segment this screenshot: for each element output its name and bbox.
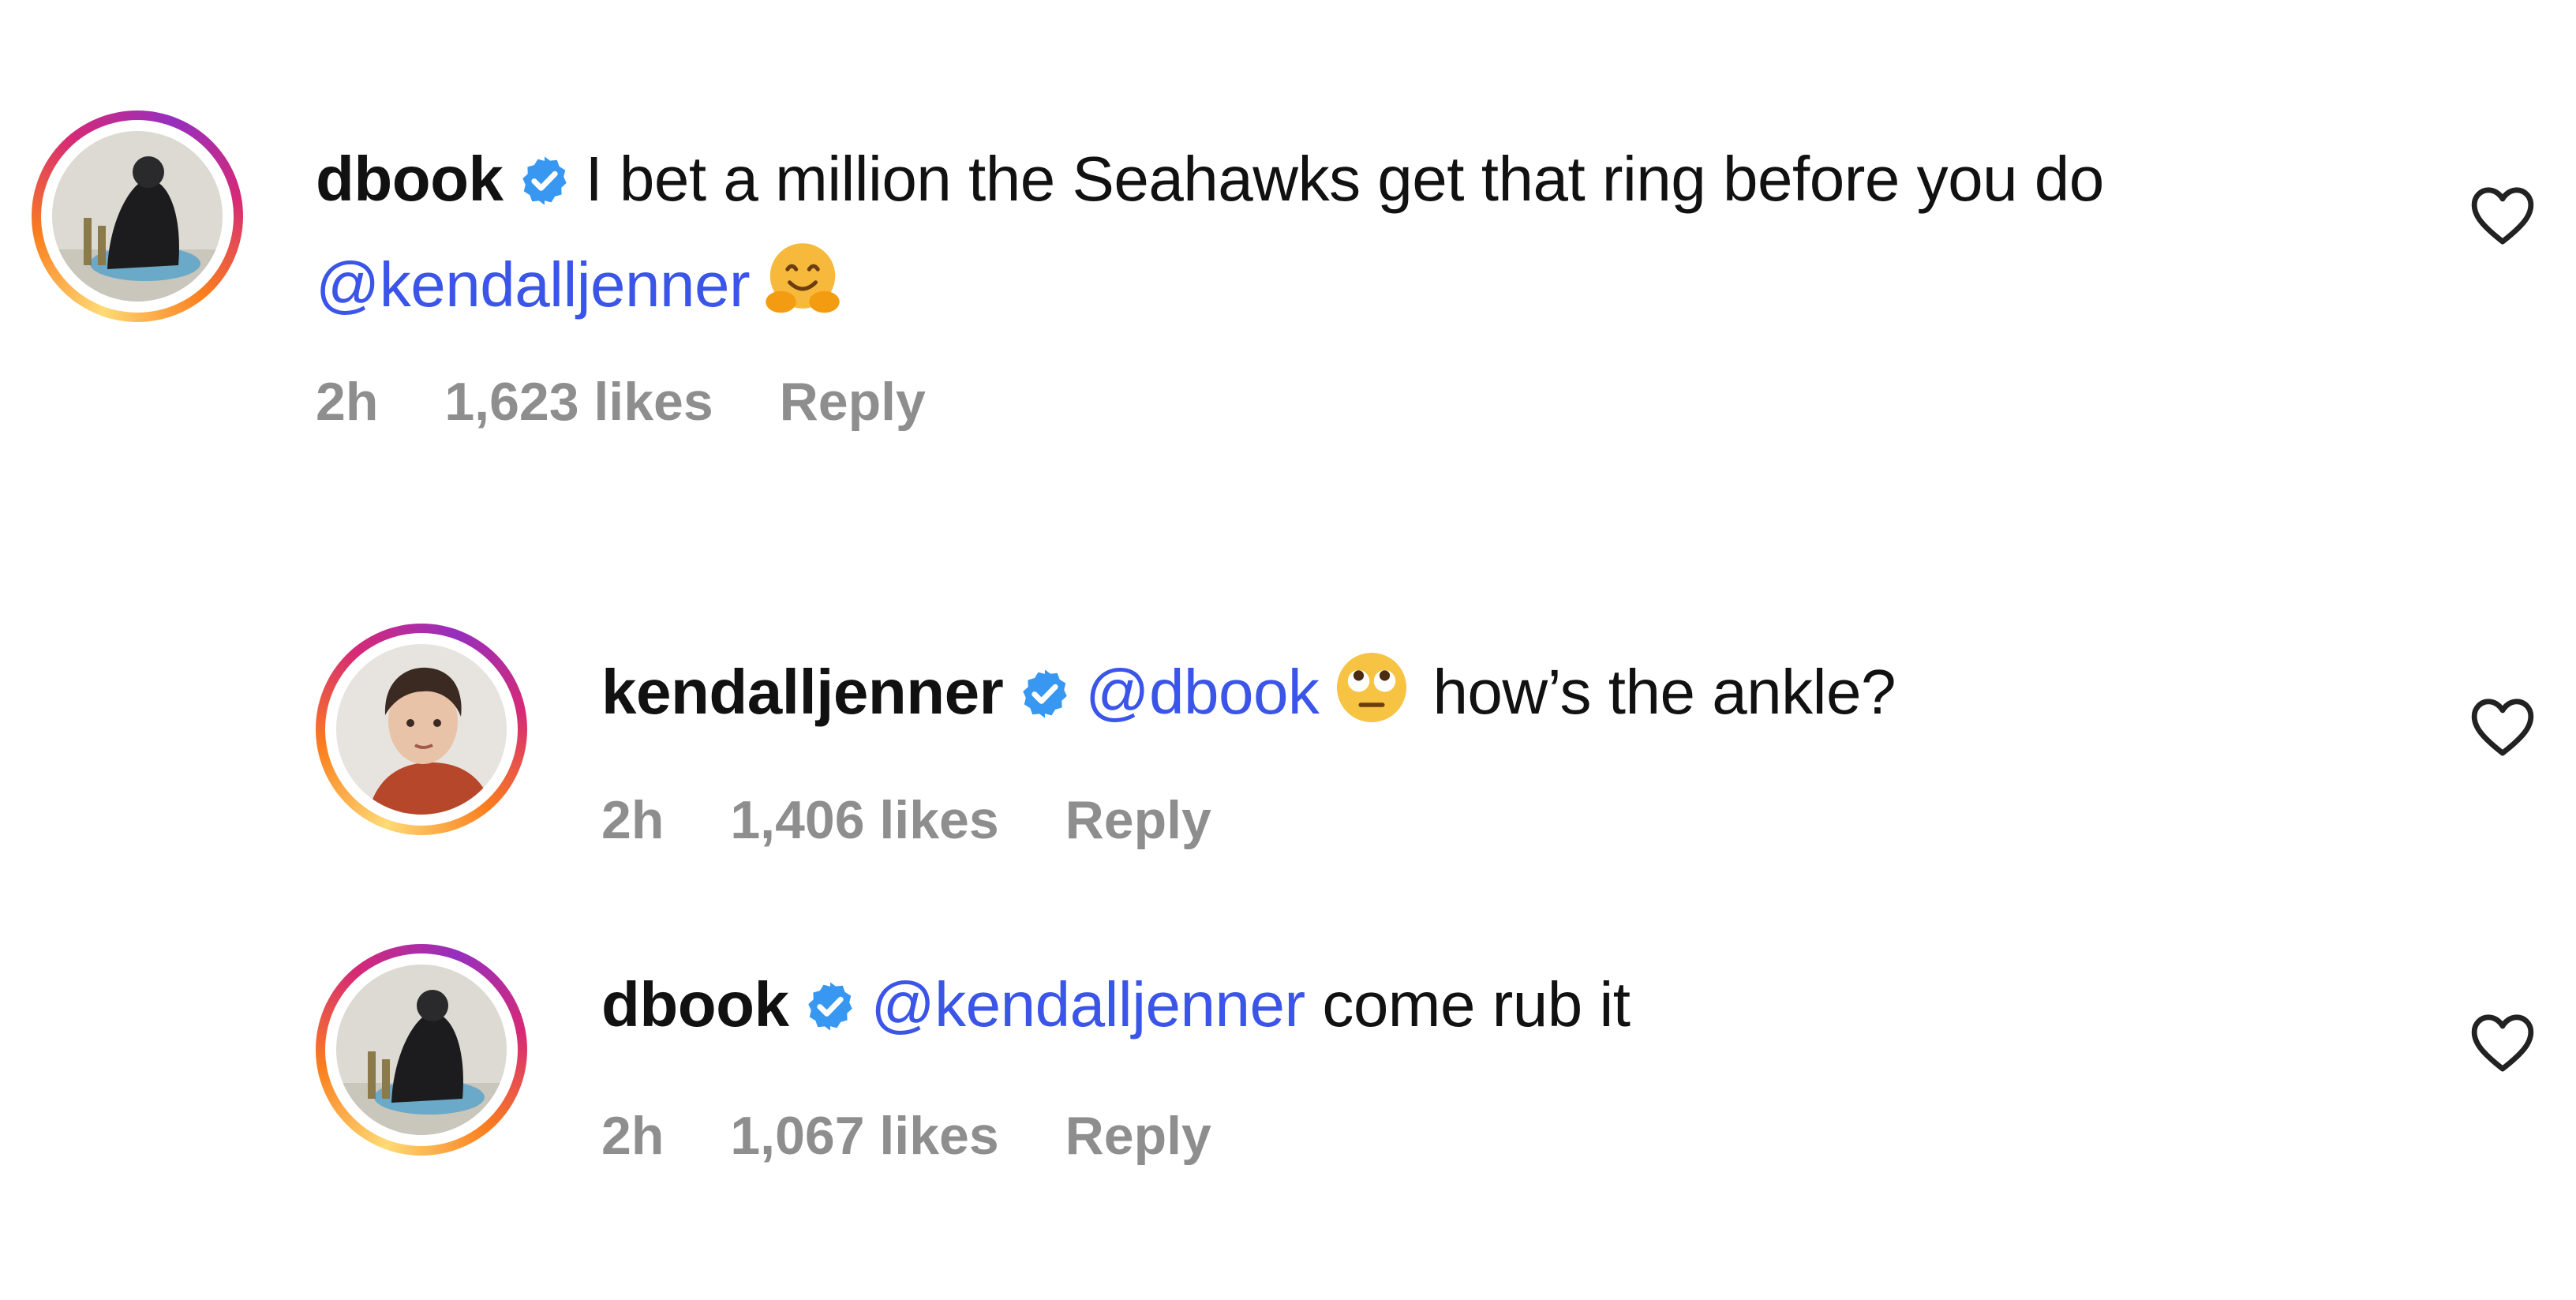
avatar[interactable] xyxy=(316,624,527,835)
verified-badge-icon xyxy=(803,979,858,1034)
reply-button[interactable]: Reply xyxy=(780,371,926,433)
avatar-photo xyxy=(52,131,223,302)
comments-thread: dbook I bet a million the Seahawks get th… xyxy=(0,0,2576,1300)
avatar[interactable] xyxy=(32,111,243,322)
comment-text: dbook I bet a million the Seahawks get th… xyxy=(316,126,2399,338)
reply-button[interactable]: Reply xyxy=(1065,1105,1211,1167)
comment-meta: 2h 1,067 likes Reply xyxy=(601,1105,1211,1167)
comment-body: come rub it xyxy=(1322,969,1631,1040)
comment-meta: 2h 1,406 likes Reply xyxy=(601,789,1211,851)
avatar[interactable] xyxy=(316,944,527,1156)
reply-button[interactable]: Reply xyxy=(1065,789,1211,851)
avatar-photo xyxy=(336,965,507,1135)
comment-likes-count[interactable]: 1,406 likes xyxy=(730,789,998,851)
comment-timestamp: 2h xyxy=(601,790,665,850)
comment-timestamp: 2h xyxy=(601,1106,665,1166)
comment-body: I bet a million the Seahawks get that ri… xyxy=(585,144,2104,214)
heart-outline-icon[interactable] xyxy=(2469,183,2537,246)
comment-timestamp: 2h xyxy=(316,372,379,432)
comment-text: kendalljenner @dbook how’s the ankle? xyxy=(601,639,2417,745)
hugging-face-emoji xyxy=(759,237,846,324)
comment-likes-count[interactable]: 1,623 likes xyxy=(444,371,713,433)
mention-link[interactable]: @dbook xyxy=(1085,657,1320,727)
comment-body: how’s the ankle? xyxy=(1432,657,1896,727)
heart-outline-icon[interactable] xyxy=(2469,1010,2537,1073)
verified-badge-icon xyxy=(517,153,572,208)
comment-meta: 2h 1,623 likes Reply xyxy=(316,371,926,433)
avatar-photo xyxy=(336,644,507,815)
comment-text: dbook @kendalljenner come rub it xyxy=(601,952,2417,1058)
heart-outline-icon[interactable] xyxy=(2469,695,2537,758)
face-with-rolling-eyes-emoji xyxy=(1328,644,1415,731)
mention-link[interactable]: @kendalljenner xyxy=(316,249,751,320)
mention-link[interactable]: @kendalljenner xyxy=(871,969,1305,1040)
comment-username[interactable]: dbook xyxy=(601,969,789,1040)
comment-username[interactable]: kendalljenner xyxy=(601,657,1004,727)
comment-username[interactable]: dbook xyxy=(316,144,504,214)
comment-likes-count[interactable]: 1,067 likes xyxy=(730,1105,998,1167)
verified-badge-icon xyxy=(1017,666,1073,721)
